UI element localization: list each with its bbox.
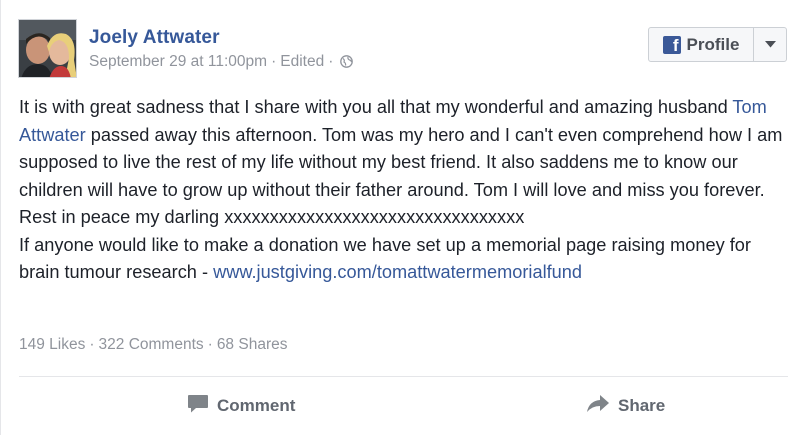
globe-icon[interactable] [340,55,354,73]
profile-button-label: Profile [686,34,740,54]
profile-button[interactable]: f Profile [648,27,787,62]
avatar[interactable] [18,19,77,78]
post-body: It is with great sadness that I share wi… [19,94,789,287]
post-paragraph: It is with great sadness that I share wi… [19,94,789,232]
share-arrow-icon [586,394,610,419]
author-name[interactable]: Joely Attwater [89,27,220,49]
share-label: Share [618,396,666,415]
shares-count[interactable]: 68 Shares [217,336,288,353]
share-button[interactable]: Share [586,393,665,419]
facebook-f-icon: f [662,35,681,54]
avatar-photo [19,20,76,77]
donation-link[interactable]: www.justgiving.com/tomattwatermemorialfu… [213,262,582,282]
profile-main-button[interactable]: f Profile [649,28,753,61]
comment-icon [187,394,209,419]
comment-button[interactable]: Comment [187,393,295,419]
post-paragraph: If anyone would like to make a donation … [19,232,789,287]
divider [19,376,788,377]
post-stats: 149 Likes · 322 Comments · 68 Shares [19,336,288,353]
post-text: passed away this afternoon. Tom was my h… [19,124,783,228]
post-timestamp[interactable]: September 29 at 11:00pm [89,53,267,70]
post-card: Joely Attwater September 29 at 11:00pm · E… [0,0,800,435]
comment-label: Comment [217,396,296,415]
comments-count[interactable]: 322 Comments [99,336,204,353]
post-text: It is with great sadness that I share wi… [19,97,733,117]
likes-count[interactable]: 149 Likes [19,336,85,353]
edited-label[interactable]: Edited [280,53,324,70]
post-meta: September 29 at 11:00pm · Edited · [89,53,354,73]
chevron-down-icon[interactable] [754,28,786,61]
